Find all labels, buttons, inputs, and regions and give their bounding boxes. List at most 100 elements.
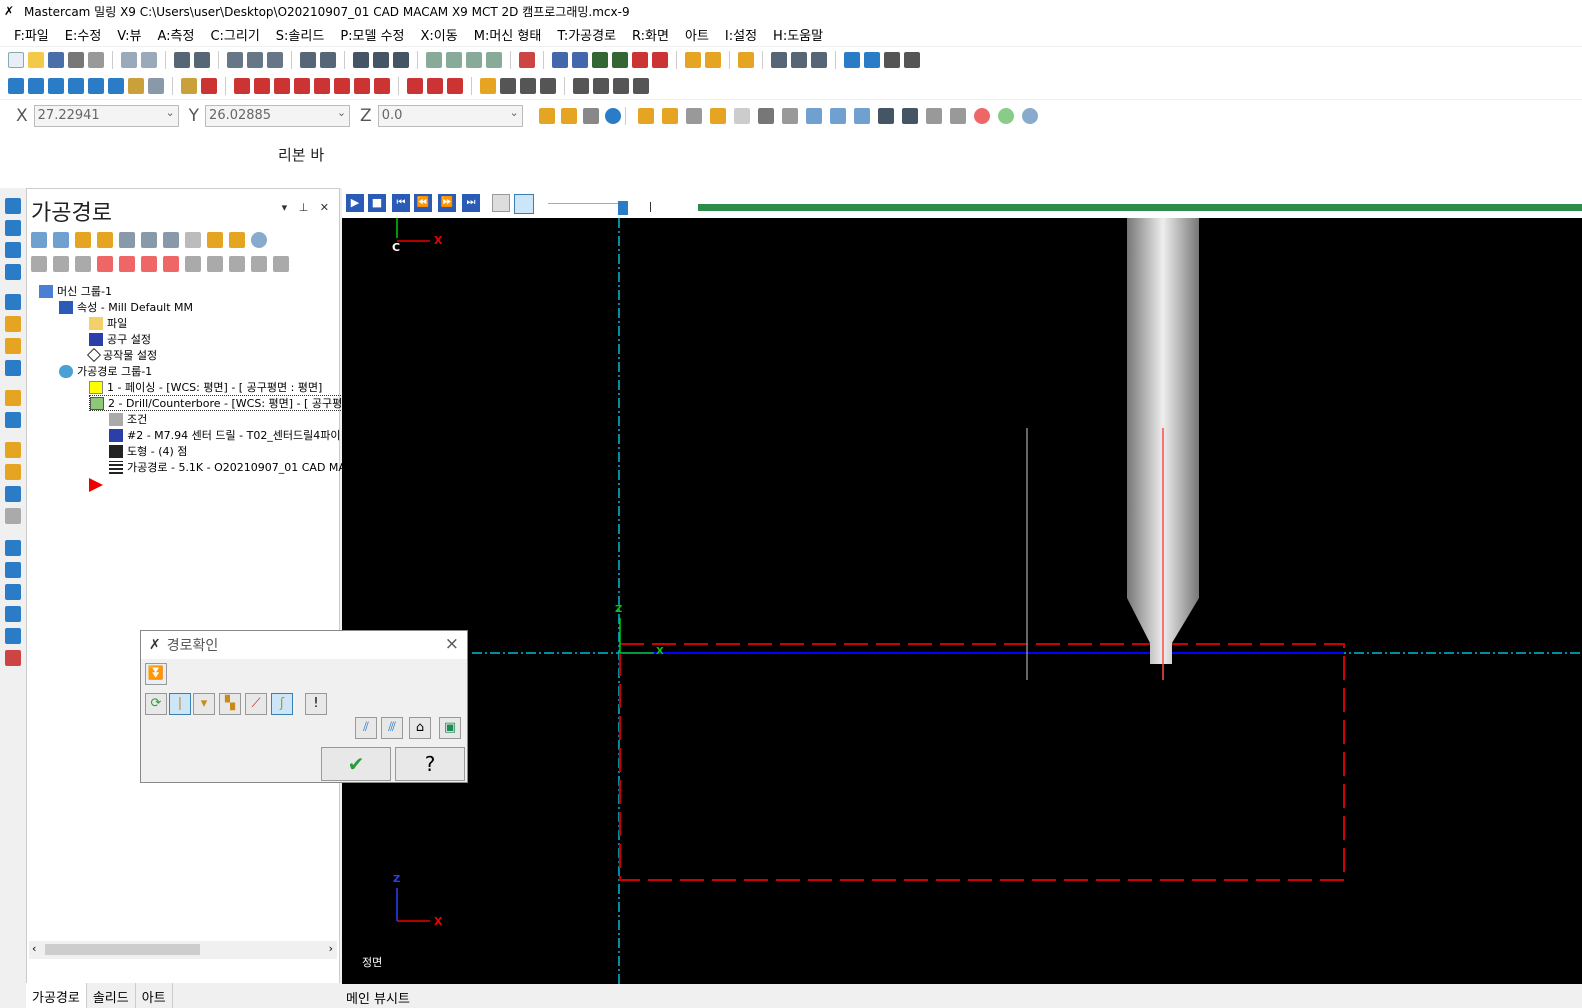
layout-icon[interactable] xyxy=(904,52,920,68)
point-icon[interactable] xyxy=(8,78,24,94)
wcs-icon[interactable] xyxy=(552,52,568,68)
tree-item-tool-settings[interactable]: 공구 설정 xyxy=(89,331,151,347)
single-op-icon[interactable] xyxy=(185,256,201,272)
menu-art[interactable]: 아트 xyxy=(685,25,709,44)
toolpath-pocket-icon[interactable] xyxy=(5,242,21,258)
select-2-icon[interactable] xyxy=(661,108,678,124)
repaint-icon[interactable] xyxy=(194,52,210,68)
xform-mirror-icon[interactable] xyxy=(274,78,290,94)
save-icon[interactable] xyxy=(48,52,64,68)
toggle-display-icon[interactable] xyxy=(53,256,69,272)
menu-xform[interactable]: X:이동 xyxy=(421,25,458,44)
query-icon[interactable] xyxy=(791,52,807,68)
menu-screen[interactable]: R:화면 xyxy=(632,25,669,44)
note-icon[interactable] xyxy=(480,78,496,94)
show-all-icon[interactable] xyxy=(207,256,223,272)
scrollbar-thumb[interactable] xyxy=(45,944,200,955)
move-up-icon[interactable] xyxy=(119,256,135,272)
select-8-icon[interactable] xyxy=(805,108,822,124)
toolpath-multiaxis-5-icon[interactable] xyxy=(5,628,21,644)
toggle-path-icon[interactable] xyxy=(492,194,510,212)
menu-model-prep[interactable]: P:모델 수정 xyxy=(340,25,404,44)
tree-item-toolpath[interactable]: 가공경로 - 5.1K - O20210907_01 CAD MAC xyxy=(109,459,353,475)
menu-edit[interactable]: E:수정 xyxy=(65,25,102,44)
toggle-post-icon[interactable] xyxy=(75,256,91,272)
circle-icon[interactable] xyxy=(48,78,64,94)
toolpath-slot-icon[interactable] xyxy=(5,360,21,376)
stop-button[interactable]: ■ xyxy=(368,194,386,212)
go-end-button[interactable]: ⏭ xyxy=(462,194,480,212)
hatch-icon[interactable] xyxy=(540,78,556,94)
toolpath-1-icon[interactable] xyxy=(573,78,589,94)
screenshot-camera-icon[interactable]: ⌂ xyxy=(409,717,431,739)
toolpath-verify-icon[interactable] xyxy=(738,52,754,68)
menu-help[interactable]: H:도움말 xyxy=(773,25,823,44)
panel-horizontal-scrollbar[interactable]: ‹ › xyxy=(29,941,337,959)
surface-icon[interactable] xyxy=(128,78,144,94)
simulate-icon[interactable] xyxy=(163,232,179,248)
view-top-icon[interactable] xyxy=(426,52,442,68)
stop-icon[interactable] xyxy=(973,108,990,124)
sum-icon[interactable] xyxy=(884,52,900,68)
print-preview-icon[interactable] xyxy=(88,52,104,68)
menu-machine-type[interactable]: M:머신 형태 xyxy=(474,25,542,44)
menu-create[interactable]: C:그리기 xyxy=(210,25,259,44)
select-7-icon[interactable] xyxy=(781,108,798,124)
display-shade-icon[interactable]: ʃ xyxy=(271,693,293,715)
backplot-icon[interactable] xyxy=(119,232,135,248)
fit-icon[interactable] xyxy=(174,52,190,68)
menu-file[interactable]: F:파일 xyxy=(14,25,49,44)
menu-toolpaths[interactable]: T:가공경로 xyxy=(557,25,616,44)
dynamic-rotate-icon[interactable] xyxy=(393,52,409,68)
group-icon[interactable] xyxy=(407,78,423,94)
z-coordinate-field[interactable]: 0.0 xyxy=(377,105,523,127)
tree-item-operation-2[interactable]: 2 - Drill/Counterbore - [WCS: 평면] - [ 공구… xyxy=(89,395,344,411)
toolpath-3-icon[interactable] xyxy=(613,78,629,94)
help-button[interactable]: ? xyxy=(395,747,465,781)
toolpath-surface-icon[interactable] xyxy=(5,412,21,428)
measure-icon[interactable] xyxy=(705,52,721,68)
dialog-close-icon[interactable]: × xyxy=(445,634,459,654)
toolpath-project-icon[interactable] xyxy=(5,464,21,480)
zoom-target-icon[interactable] xyxy=(247,52,263,68)
toolpath-multiaxis-3-icon[interactable] xyxy=(5,584,21,600)
toolpath-helix-icon[interactable] xyxy=(5,338,21,354)
stock-model-icon[interactable] xyxy=(5,650,21,666)
tree-item-geometry[interactable]: 도형 - (4) 점 xyxy=(109,443,187,459)
verify-icon[interactable] xyxy=(141,232,157,248)
pan-icon[interactable] xyxy=(373,52,389,68)
post-icon[interactable] xyxy=(207,232,223,248)
dimension-vertical-icon[interactable] xyxy=(520,78,536,94)
tree-item-properties[interactable]: 속성 - Mill Default MM xyxy=(59,299,193,315)
new-file-icon[interactable] xyxy=(8,52,24,68)
select-3-icon[interactable] xyxy=(685,108,702,124)
select-14-icon[interactable] xyxy=(949,108,966,124)
select-all-icon[interactable] xyxy=(31,232,47,248)
toolpath-multiaxis-1-icon[interactable] xyxy=(5,540,21,556)
redo-icon[interactable] xyxy=(141,52,157,68)
tree-item-machine-group[interactable]: 머신 그룹-1 xyxy=(39,283,112,299)
solid-box-icon[interactable] xyxy=(519,52,535,68)
snap-icon[interactable] xyxy=(582,108,599,124)
analyze-icon[interactable] xyxy=(685,52,701,68)
xform-translate-icon[interactable] xyxy=(234,78,250,94)
x-coordinate-field[interactable]: 27.22941 xyxy=(33,105,179,127)
select-6-icon[interactable] xyxy=(757,108,774,124)
speed-slider-track[interactable] xyxy=(548,203,628,204)
xform-dynamic-icon[interactable] xyxy=(374,78,390,94)
rectangle-icon[interactable] xyxy=(68,78,84,94)
ok-button[interactable]: ✔ xyxy=(321,747,391,781)
lock-icon[interactable] xyxy=(31,256,47,272)
toolpath-display-icon[interactable] xyxy=(251,256,267,272)
toggle-tool-icon[interactable] xyxy=(514,194,534,214)
delete-icon[interactable] xyxy=(201,78,217,94)
toolpath-face-icon[interactable] xyxy=(5,264,21,280)
zoom-out-icon[interactable] xyxy=(320,52,336,68)
toolpath-2-icon[interactable] xyxy=(593,78,609,94)
unzoom-icon[interactable] xyxy=(300,52,316,68)
dimension-icon[interactable] xyxy=(811,52,827,68)
chain-icon[interactable] xyxy=(148,78,164,94)
toolpath-multiaxis-2-icon[interactable] xyxy=(5,562,21,578)
panel-controls[interactable]: ▾ ⊥ ✕ xyxy=(282,201,333,214)
scroll-left-icon[interactable]: ‹ xyxy=(32,942,36,955)
